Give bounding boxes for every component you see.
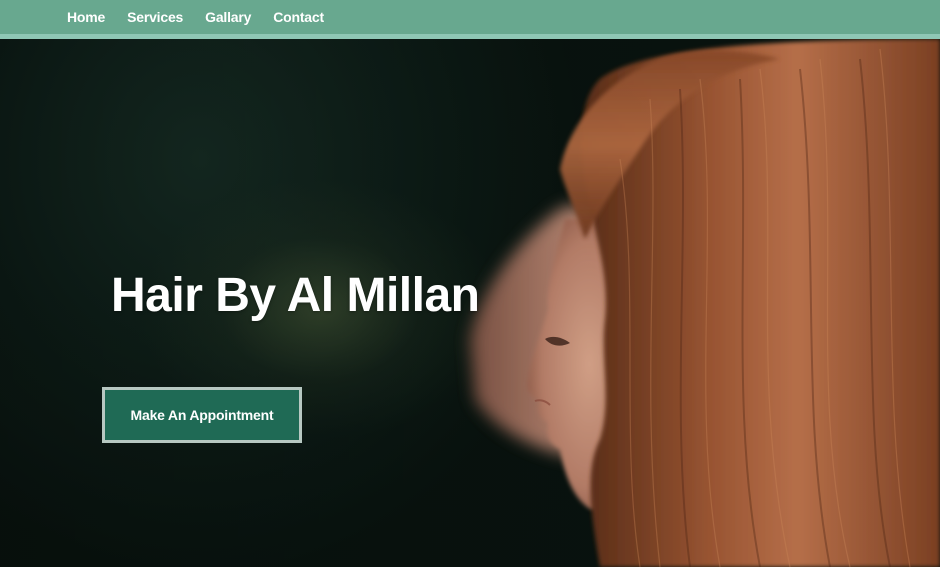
page: Home Services Gallary Contact Hair By Al… [0, 0, 940, 567]
nav-item-home[interactable]: Home [67, 9, 105, 25]
nav-list: Home Services Gallary Contact [67, 0, 324, 34]
hero-title: Hair By Al Millan [111, 269, 480, 322]
hero-section: Hair By Al Millan Make An Appointment [0, 39, 940, 567]
make-appointment-button[interactable]: Make An Appointment [102, 387, 302, 443]
nav-item-services[interactable]: Services [127, 9, 183, 25]
top-navbar: Home Services Gallary Contact [0, 0, 940, 39]
nav-item-contact[interactable]: Contact [273, 9, 324, 25]
nav-item-gallery[interactable]: Gallary [205, 9, 251, 25]
